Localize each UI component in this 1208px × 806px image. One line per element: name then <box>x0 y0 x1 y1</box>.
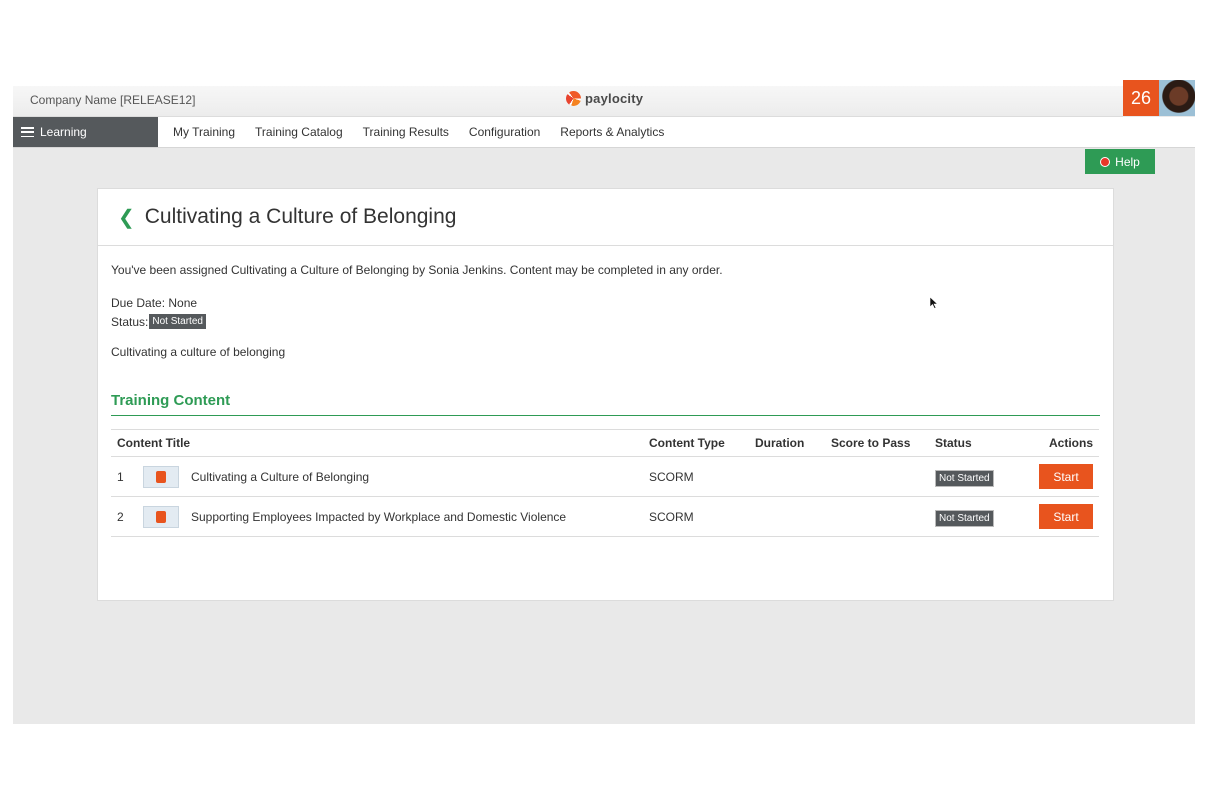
help-button[interactable]: Help <box>1085 149 1155 174</box>
content-title[interactable]: Cultivating a Culture of Belonging <box>185 456 643 497</box>
due-date: Due Date: None <box>111 296 198 310</box>
content-type: SCORM <box>643 496 749 537</box>
user-avatar[interactable] <box>1159 80 1195 116</box>
col-content-title: Content Title <box>111 429 643 457</box>
row-number: 1 <box>111 456 137 497</box>
nav-reports-analytics[interactable]: Reports & Analytics <box>560 125 664 139</box>
content-table: Content Title Content Type Duration Scor… <box>111 429 1099 537</box>
duration <box>749 456 825 497</box>
scorm-package-icon <box>143 465 179 488</box>
status-line: Status: Not Started <box>111 314 1100 329</box>
help-label: Help <box>1115 154 1140 169</box>
status-badge: Not Started <box>149 314 206 329</box>
card-header: ❮ Cultivating a Culture of Belonging <box>98 189 1113 246</box>
col-score-to-pass: Score to Pass <box>825 429 929 457</box>
col-status: Status <box>929 429 1027 457</box>
section-title: Training Content <box>111 392 1100 416</box>
status-label: Status: <box>111 314 149 329</box>
top-bar: Company Name [RELEASE12] paylocity <box>13 86 1123 117</box>
scorm-package-icon <box>143 505 179 528</box>
row-number: 2 <box>111 496 137 537</box>
menu-label: Learning <box>40 125 87 139</box>
score-to-pass <box>825 456 929 497</box>
hamburger-icon <box>21 127 34 137</box>
col-actions: Actions <box>1027 429 1099 457</box>
card-body: You've been assigned Cultivating a Cultu… <box>98 263 1113 537</box>
learning-menu-button[interactable]: Learning <box>13 117 158 147</box>
nav-my-training[interactable]: My Training <box>173 125 235 139</box>
nav-training-catalog[interactable]: Training Catalog <box>255 125 343 139</box>
company-name: Company Name [RELEASE12] <box>30 93 196 107</box>
help-icon <box>1100 156 1111 167</box>
score-to-pass <box>825 496 929 537</box>
back-chevron-icon[interactable]: ❮ <box>118 205 135 230</box>
content-title[interactable]: Supporting Employees Impacted by Workpla… <box>185 496 643 537</box>
col-content-type: Content Type <box>643 429 749 457</box>
paylocity-logo-icon <box>566 91 581 106</box>
notification-count-badge[interactable]: 26 <box>1123 80 1159 116</box>
duration <box>749 496 825 537</box>
table-header-row: Content Title Content Type Duration Scor… <box>111 429 1099 457</box>
course-description: Cultivating a culture of belonging <box>111 345 286 359</box>
page-title: Cultivating a Culture of Belonging <box>144 205 457 228</box>
paylocity-logo[interactable]: paylocity <box>566 91 643 106</box>
course-card: ❮ Cultivating a Culture of Belonging You… <box>97 188 1114 601</box>
brand-name: paylocity <box>585 91 644 106</box>
table-row: 2 Supporting Employees Impacted by Workp… <box>111 496 1099 537</box>
nav-links: My Training Training Catalog Training Re… <box>173 117 664 147</box>
nav-configuration[interactable]: Configuration <box>469 125 540 139</box>
assignment-text: You've been assigned Cultivating a Cultu… <box>111 263 723 277</box>
table-row: 1 Cultivating a Culture of Belonging SCO… <box>111 456 1099 497</box>
arrow-cursor-icon <box>929 296 939 309</box>
app-window: Company Name [RELEASE12] paylocity 26 Le… <box>13 80 1195 724</box>
nav-bar: Learning My Training Training Catalog Tr… <box>13 117 1195 148</box>
row-status-badge: Not Started <box>935 509 994 527</box>
col-duration: Duration <box>749 429 825 457</box>
nav-training-results[interactable]: Training Results <box>363 125 449 139</box>
content-type: SCORM <box>643 456 749 497</box>
row-status-badge: Not Started <box>935 469 994 487</box>
start-button[interactable]: Start <box>1039 504 1093 529</box>
start-button[interactable]: Start <box>1039 464 1093 489</box>
